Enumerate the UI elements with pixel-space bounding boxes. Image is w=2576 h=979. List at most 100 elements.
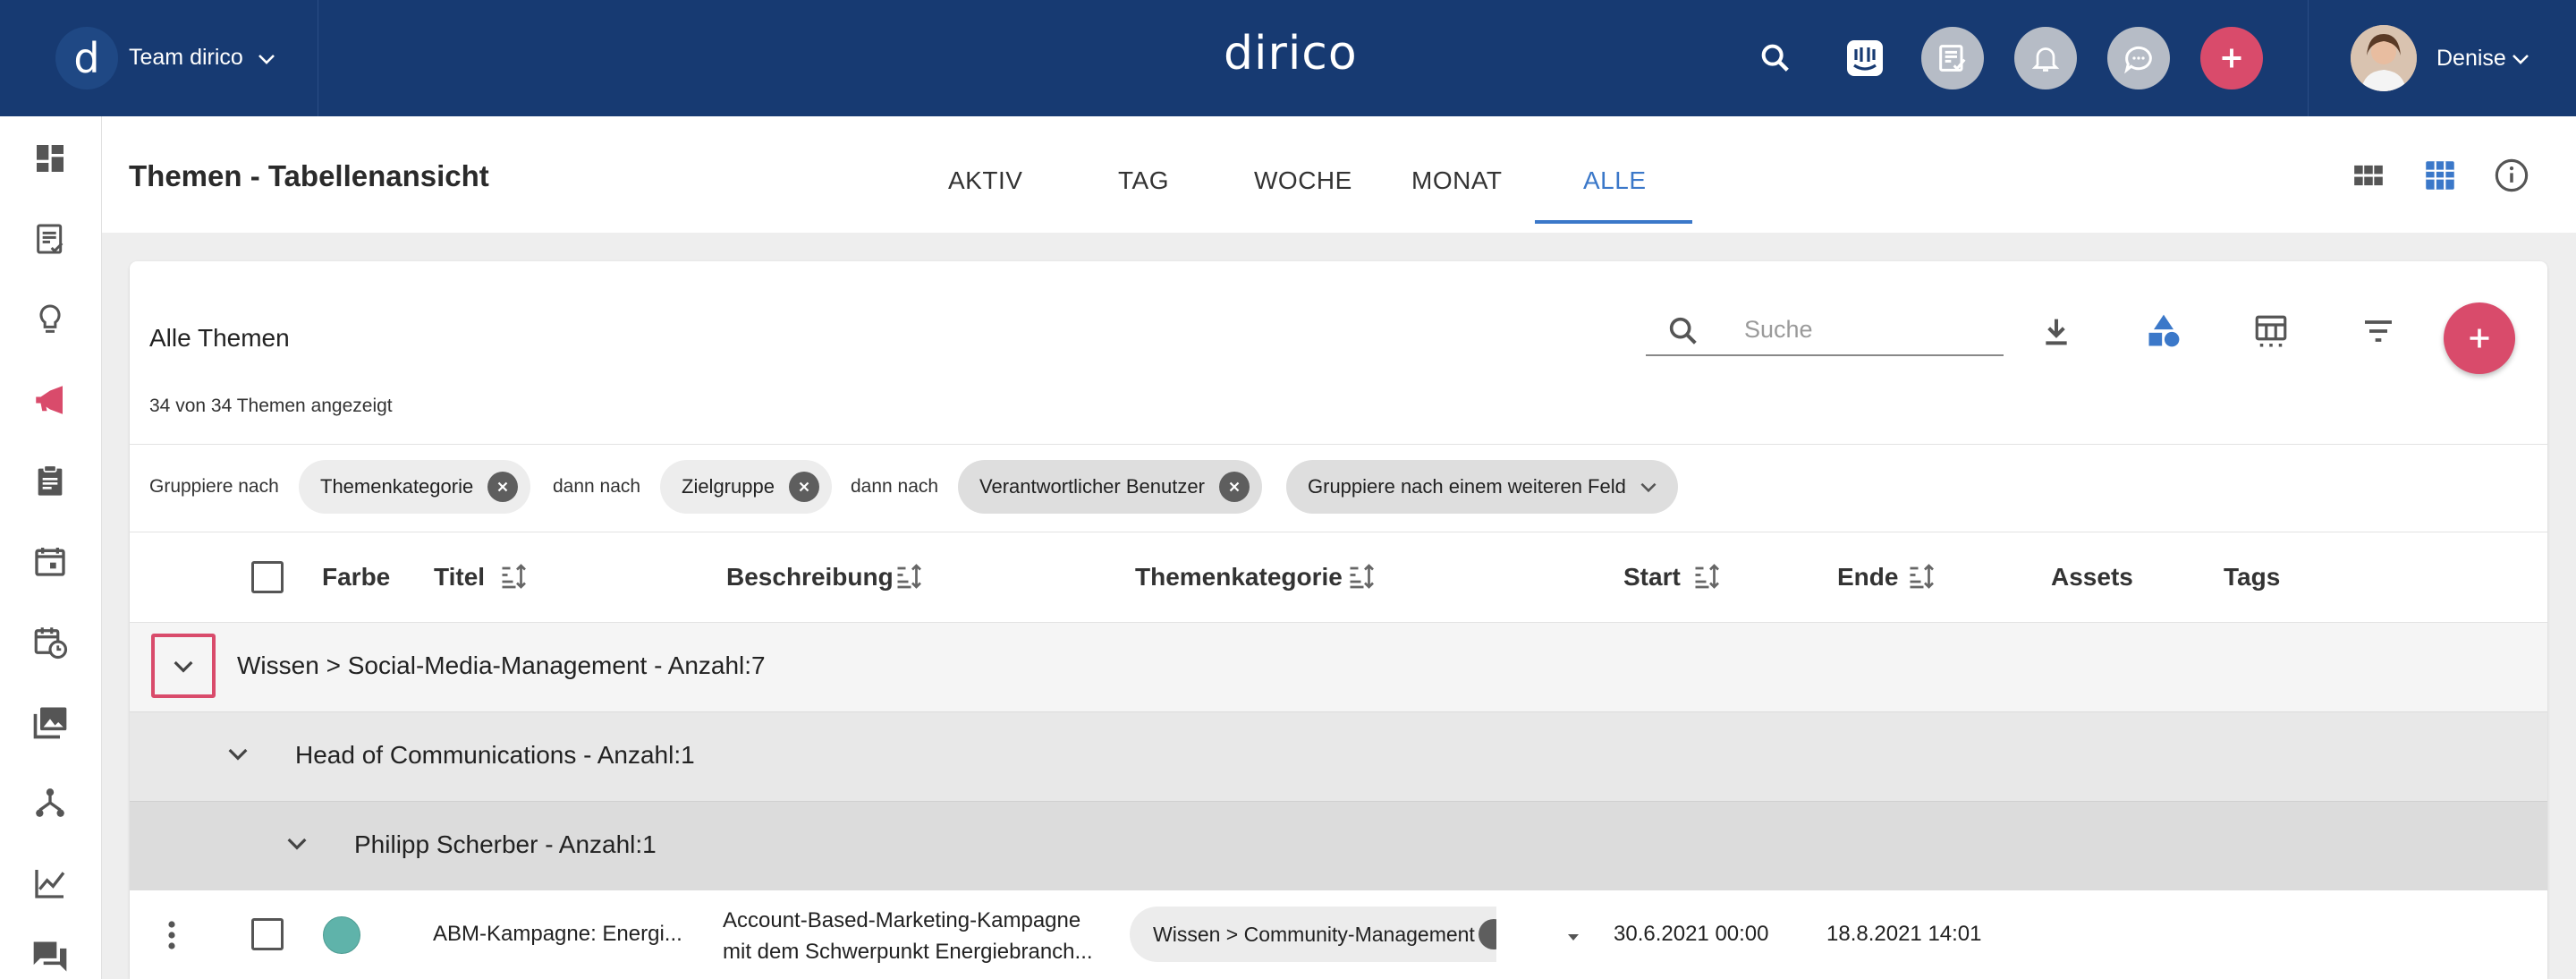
megaphone-icon[interactable]: [30, 379, 71, 421]
description-line: mit dem Schwerpunkt Energiebranch...: [723, 940, 1093, 964]
chat-bubble-icon: [2124, 46, 2152, 74]
table-view-icon[interactable]: [2420, 156, 2460, 195]
chevron-down-icon[interactable]: [224, 739, 252, 768]
then-by-label: dann nach: [851, 476, 939, 497]
group-chip-verantwortlicher-benutzer: Verantwortlicher Benutzer: [958, 460, 1262, 514]
table-row[interactable]: ABM-Kampagne: Energi... Account-Based-Ma…: [130, 890, 2547, 979]
column-beschreibung[interactable]: Beschreibung: [726, 563, 894, 592]
notifications-button[interactable]: [2014, 27, 2077, 89]
color-swatch: [323, 916, 360, 954]
chip-label: Zielgruppe: [682, 475, 775, 498]
group-chip-zielgruppe: Zielgruppe: [660, 460, 832, 514]
table-columns-icon[interactable]: [2250, 310, 2292, 353]
more-vert-icon[interactable]: [165, 919, 178, 951]
team-name: Team dirico: [129, 45, 243, 70]
group-by-label: Gruppiere nach: [149, 476, 279, 497]
remove-icon[interactable]: [487, 472, 519, 502]
result-count: 34 von 34 Themen angezeigt: [149, 396, 393, 416]
calendar-icon[interactable]: [30, 541, 71, 582]
chevron-down-icon[interactable]: [2510, 48, 2531, 70]
plus-icon: [2470, 328, 2489, 348]
chevron-down-icon: [258, 55, 275, 64]
tasks-list-icon[interactable]: [30, 218, 71, 260]
column-ende[interactable]: Ende: [1837, 563, 1898, 592]
user-name[interactable]: Denise: [2436, 46, 2506, 72]
tab-alle[interactable]: ALLE: [1583, 166, 1647, 195]
description-line: Account-Based-Marketing-Kampagne: [723, 908, 1081, 932]
chat-button[interactable]: [2107, 27, 2170, 89]
page-header: Themen - Tabellenansicht AKTIV TAG WOCHE…: [102, 116, 2576, 233]
clipboard-icon[interactable]: [30, 460, 71, 501]
group-row-level-1: Wissen > Social-Media-Management - Anzah…: [130, 622, 2547, 711]
select-all-checkbox[interactable]: [251, 561, 284, 593]
sort-icon[interactable]: [1906, 560, 1938, 592]
page-title: Themen - Tabellenansicht: [129, 159, 489, 192]
column-themenkategorie[interactable]: Themenkategorie: [1135, 563, 1343, 592]
avatar[interactable]: [2351, 25, 2417, 91]
grid-view-icon[interactable]: [2349, 156, 2388, 195]
create-button[interactable]: [2200, 27, 2263, 89]
tab-aktiv[interactable]: AKTIV: [948, 166, 1022, 195]
search-icon: [1669, 317, 1697, 345]
add-group-field-dropdown[interactable]: Gruppiere nach einem weiteren Feld: [1286, 460, 1678, 514]
row-checkbox[interactable]: [251, 918, 284, 950]
group-label: Philipp Scherber - Anzahl:1: [354, 830, 657, 858]
chevron-down-icon[interactable]: [283, 829, 311, 857]
search-icon[interactable]: [1744, 27, 1807, 89]
dashboard-icon[interactable]: [30, 138, 71, 179]
group-row-level-2: Head of Communications - Anzahl:1: [130, 711, 2547, 801]
tab-woche[interactable]: WOCHE: [1254, 166, 1352, 195]
divider: [130, 444, 2547, 445]
chip-label: Gruppiere nach einem weiteren Feld: [1308, 475, 1626, 498]
active-tab-indicator: [1535, 220, 1692, 224]
tab-tag[interactable]: TAG: [1118, 166, 1169, 195]
sort-icon[interactable]: [1691, 560, 1724, 592]
column-titel[interactable]: Titel: [434, 563, 485, 592]
category-chip[interactable]: Wissen > Community-Management: [1130, 907, 1496, 962]
shapes-icon[interactable]: [2142, 310, 2185, 353]
search-field[interactable]: [1646, 306, 2004, 356]
photo-library-icon[interactable]: [30, 702, 71, 743]
chip-label: Verantwortlicher Benutzer: [979, 475, 1205, 498]
category-label: Wissen > Community-Management: [1153, 923, 1475, 946]
column-assets[interactable]: Assets: [2051, 563, 2133, 592]
tab-monat[interactable]: MONAT: [1411, 166, 1503, 195]
sort-icon[interactable]: [498, 560, 530, 592]
search-input[interactable]: [1744, 311, 1995, 347]
sidebar: [0, 116, 102, 979]
dropdown-arrow-icon[interactable]: [1563, 926, 1584, 948]
topbar-divider: [2308, 0, 2309, 116]
team-switcher[interactable]: d Team dirico: [0, 0, 318, 116]
row-description: Account-Based-Marketing-Kampagne mit dem…: [723, 905, 1107, 967]
info-icon[interactable]: [2492, 156, 2531, 195]
remove-icon[interactable]: [1218, 472, 1250, 502]
lightbulb-icon[interactable]: [30, 299, 71, 340]
sort-icon[interactable]: [1346, 560, 1378, 592]
add-theme-button[interactable]: [2444, 302, 2515, 374]
dirico-logo: d: [55, 27, 118, 89]
remove-icon[interactable]: [1479, 919, 1496, 949]
column-farbe[interactable]: Farbe: [322, 563, 390, 592]
column-tags[interactable]: Tags: [2224, 563, 2280, 592]
network-icon[interactable]: [30, 782, 71, 823]
brand-wordmark: dirico: [1224, 27, 1358, 81]
notes-button[interactable]: [1921, 27, 1984, 89]
download-icon[interactable]: [2035, 310, 2078, 353]
row-start: 30.6.2021 00:00: [1614, 922, 1769, 946]
card-title: Alle Themen: [149, 324, 290, 352]
intercom-icon[interactable]: [1834, 27, 1896, 89]
themen-card: Alle Themen 34 von 34 Themen angezeigt G…: [130, 261, 2547, 979]
row-end: 18.8.2021 14:01: [1826, 922, 1982, 946]
top-navigation-bar: d Team dirico dirico Denise: [0, 0, 2576, 116]
collapse-group-button[interactable]: [151, 634, 216, 698]
chart-line-icon[interactable]: [30, 863, 71, 904]
chat-icon[interactable]: [30, 936, 71, 977]
filter-icon[interactable]: [2357, 310, 2400, 353]
group-row-level-3: Philipp Scherber - Anzahl:1: [130, 801, 2547, 890]
calendar-clock-icon[interactable]: [30, 621, 71, 662]
sort-icon[interactable]: [894, 560, 926, 592]
remove-icon[interactable]: [788, 472, 819, 502]
column-start[interactable]: Start: [1623, 563, 1681, 592]
row-title[interactable]: ABM-Kampagne: Energi...: [433, 922, 682, 947]
chevron-down-icon: [174, 660, 193, 673]
